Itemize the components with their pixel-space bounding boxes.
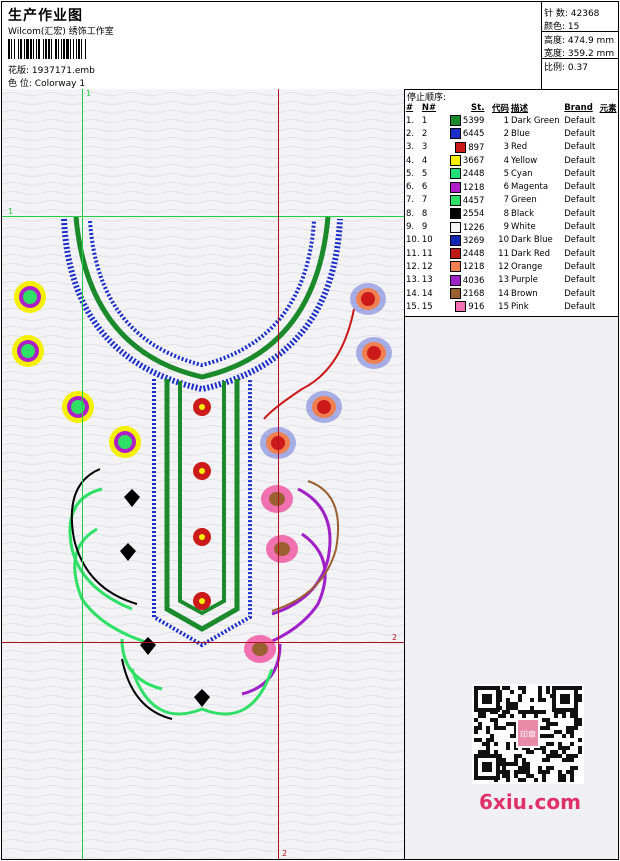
color-swatch — [449, 181, 461, 193]
colorway-value: Colorway 1 — [34, 79, 86, 89]
watermark-text: 6xiu.com — [479, 790, 581, 814]
color-swatch — [449, 115, 461, 127]
stats-panel: 针 数: 42368 颜色: 15 高度: 474.9 mm 宽度: 359.2… — [541, 2, 619, 89]
table-row[interactable]: 12. 12 1218 12 Orange Default — [405, 260, 618, 273]
embroidery-design — [2, 89, 404, 859]
table-header-row: # N# St. 代码 描述 Brand 元素 — [406, 103, 617, 114]
qr-stamp-text: 印章 — [520, 729, 536, 739]
table-row[interactable]: 1. 1 5399 1 Dark Green Default — [405, 114, 618, 127]
color-stop-table: 停止顺序: # N# St. 代码 描述 Brand 元素 1. 1 5399 1 Da… — [405, 89, 618, 317]
color-swatch — [449, 194, 461, 206]
guide-label-v1: 1 — [86, 89, 92, 98]
colorway-line: 色 位: Colorway 1 — [8, 76, 85, 89]
color-swatch — [449, 261, 461, 273]
stat-height: 高度: 474.9 mm — [544, 36, 615, 46]
production-sheet: 生产作业图 Wilcom(汇宏) 绣饰工作室 花版: 1937171.emb 色… — [1, 1, 619, 860]
color-swatch — [449, 248, 461, 260]
pattern-filename: 1937171.emb — [31, 66, 95, 76]
studio-name: Wilcom(汇宏) 绣饰工作室 — [8, 27, 114, 37]
table-row[interactable]: 11. 11 2448 11 Dark Red Default — [405, 247, 618, 260]
color-swatch — [449, 168, 461, 180]
color-swatch — [449, 288, 461, 299]
color-table: # N# St. 代码 描述 Brand 元素 1. 1 5399 1 Dark Gre… — [405, 102, 618, 313]
table-row[interactable]: 9. 9 1226 9 White Default — [405, 220, 618, 233]
color-swatch — [449, 128, 461, 140]
pattern-label: 花版: — [8, 66, 30, 76]
guide-vertical-2 — [278, 89, 279, 859]
table-row[interactable]: 2. 2 6445 2 Blue Default — [405, 127, 618, 140]
qr-code: 印章 — [472, 684, 584, 784]
color-swatch — [449, 221, 461, 233]
stat-stitches: 针 数: 42368 — [544, 9, 600, 19]
color-swatch — [449, 274, 461, 286]
table-row[interactable]: 7. 7 4457 7 Green Default — [405, 194, 618, 207]
table-row[interactable]: 14. 14 2168 14 Brown Default — [405, 287, 618, 300]
guide-label-h1: 1 — [8, 207, 14, 216]
table-row[interactable]: 3. 3 897 3 Red Default — [405, 141, 618, 154]
pattern-line: 花版: 1937171.emb — [8, 63, 95, 76]
table-row[interactable]: 6. 6 1218 6 Magenta Default — [405, 180, 618, 193]
color-swatch — [455, 141, 467, 153]
color-swatch — [455, 301, 467, 313]
color-swatch — [449, 234, 461, 246]
table-row[interactable]: 15. 15 916 15 Pink Default — [405, 300, 618, 313]
sheet-title: 生产作业图 — [8, 8, 83, 24]
guide-label-v2: 2 — [282, 849, 288, 858]
sheet-header: 生产作业图 Wilcom(汇宏) 绣饰工作室 花版: 1937171.emb 色… — [2, 2, 619, 90]
guide-label-h2: 2 — [392, 633, 398, 642]
table-row[interactable]: 10. 10 3269 10 Dark Blue Default — [405, 234, 618, 247]
color-swatch — [449, 208, 461, 220]
guide-vertical-1 — [82, 89, 83, 859]
stat-scale: 比例: 0.37 — [544, 63, 588, 73]
barcode — [8, 39, 142, 59]
guide-horizontal-2 — [2, 642, 404, 643]
design-canvas[interactable]: 1 1 2 2 — [2, 89, 405, 859]
guide-horizontal-1 — [2, 216, 404, 217]
colorway-label: 色 位: — [8, 79, 32, 89]
color-swatch — [449, 155, 461, 167]
table-row[interactable]: 13. 13 4036 13 Purple Default — [405, 274, 618, 287]
table-row[interactable]: 8. 8 2554 8 Black Default — [405, 207, 618, 220]
table-row[interactable]: 4. 4 3667 4 Yellow Default — [405, 154, 618, 167]
table-row[interactable]: 5. 5 2448 5 Cyan Default — [405, 167, 618, 180]
